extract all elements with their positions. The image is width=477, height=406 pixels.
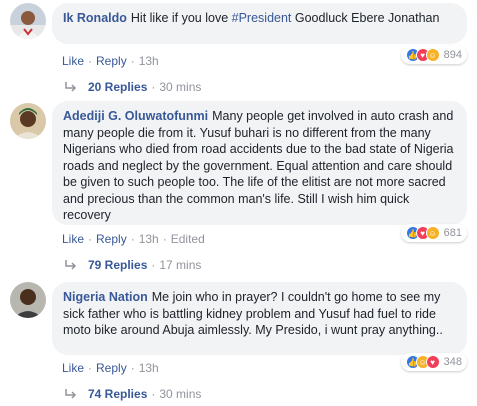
like-link[interactable]: Like bbox=[62, 232, 84, 246]
comment-author[interactable]: Adediji G. Oluwatofunmi bbox=[63, 109, 208, 123]
reaction-box[interactable]: 👍 ☺ ♥ 348 bbox=[400, 353, 467, 371]
comment-author[interactable]: Nigeria Nation bbox=[63, 290, 148, 304]
avatar-image bbox=[10, 103, 46, 139]
comment-bubble: Adediji G. Oluwatofunmi Many people get i… bbox=[52, 101, 467, 225]
reply-arrow-icon bbox=[65, 260, 77, 270]
comment-bubble: Nigeria Nation Me join who in prayer? I c… bbox=[52, 282, 467, 355]
like-link[interactable]: Like bbox=[62, 361, 84, 375]
reaction-summary[interactable]: 👍 ♥ ☺ 894 bbox=[400, 46, 467, 64]
replies-count-link[interactable]: 74 Replies bbox=[88, 387, 147, 401]
replies-time: 17 mins bbox=[159, 258, 202, 272]
comment-actions: Like · Reply · 13h bbox=[62, 361, 159, 375]
edited-label[interactable]: Edited bbox=[171, 232, 205, 246]
separator: · bbox=[88, 361, 93, 375]
separator: · bbox=[151, 80, 156, 94]
reply-arrow-icon bbox=[65, 82, 77, 92]
reaction-box[interactable]: 👍 ♥ ☺ 894 bbox=[400, 46, 467, 64]
reaction-count: 348 bbox=[443, 356, 462, 368]
replies-count-link[interactable]: 20 Replies bbox=[88, 80, 147, 94]
replies-count-link[interactable]: 79 Replies bbox=[88, 258, 147, 272]
reaction-count: 681 bbox=[443, 227, 462, 239]
reply-link[interactable]: Reply bbox=[96, 361, 127, 375]
avatar-image bbox=[10, 282, 46, 318]
reply-arrow-icon bbox=[65, 389, 77, 399]
reaction-count: 894 bbox=[443, 49, 462, 61]
view-replies[interactable]: 74 Replies · 30 mins bbox=[64, 387, 201, 401]
separator: · bbox=[151, 387, 156, 401]
comment-text: Many people get involved in auto crash a… bbox=[63, 109, 454, 222]
reply-link[interactable]: Reply bbox=[96, 54, 127, 68]
reaction-summary[interactable]: 👍 ☺ ♥ 348 bbox=[400, 353, 467, 371]
hashtag-link[interactable]: #President bbox=[232, 11, 292, 25]
comment-actions: Like · Reply · 13h · Edited bbox=[62, 232, 205, 246]
love-icon: ♥ bbox=[425, 355, 440, 369]
avatar[interactable] bbox=[10, 3, 46, 39]
comment-text: Hit like if you love bbox=[130, 11, 232, 25]
separator: · bbox=[130, 54, 135, 68]
comment-author[interactable]: Ik Ronaldo bbox=[63, 11, 127, 25]
comment-bubble: Ik Ronaldo Hit like if you love #Presiden… bbox=[52, 3, 467, 44]
replies-time: 30 mins bbox=[159, 80, 202, 94]
separator: · bbox=[151, 258, 156, 272]
separator: · bbox=[162, 232, 167, 246]
haha-icon: ☺ bbox=[425, 48, 440, 62]
separator: · bbox=[130, 361, 135, 375]
reply-link[interactable]: Reply bbox=[96, 232, 127, 246]
avatar[interactable] bbox=[10, 103, 46, 139]
view-replies[interactable]: 20 Replies · 30 mins bbox=[64, 80, 201, 94]
comment-time[interactable]: 13h bbox=[139, 54, 159, 68]
separator: · bbox=[130, 232, 135, 246]
avatar-image bbox=[10, 3, 46, 39]
avatar[interactable] bbox=[10, 282, 46, 318]
like-link[interactable]: Like bbox=[62, 54, 84, 68]
replies-time: 30 mins bbox=[159, 387, 202, 401]
comment-time[interactable]: 13h bbox=[139, 232, 159, 246]
reaction-box[interactable]: 👍 ♥ ☺ 681 bbox=[400, 224, 467, 242]
comment-text-continued: Goodluck Ebere Jonathan bbox=[291, 11, 440, 25]
haha-icon: ☺ bbox=[425, 226, 440, 240]
reaction-summary[interactable]: 👍 ♥ ☺ 681 bbox=[400, 224, 467, 242]
separator: · bbox=[88, 232, 93, 246]
view-replies[interactable]: 79 Replies · 17 mins bbox=[64, 258, 201, 272]
comment-time[interactable]: 13h bbox=[139, 361, 159, 375]
comment-actions: Like · Reply · 13h bbox=[62, 54, 159, 68]
separator: · bbox=[88, 54, 93, 68]
